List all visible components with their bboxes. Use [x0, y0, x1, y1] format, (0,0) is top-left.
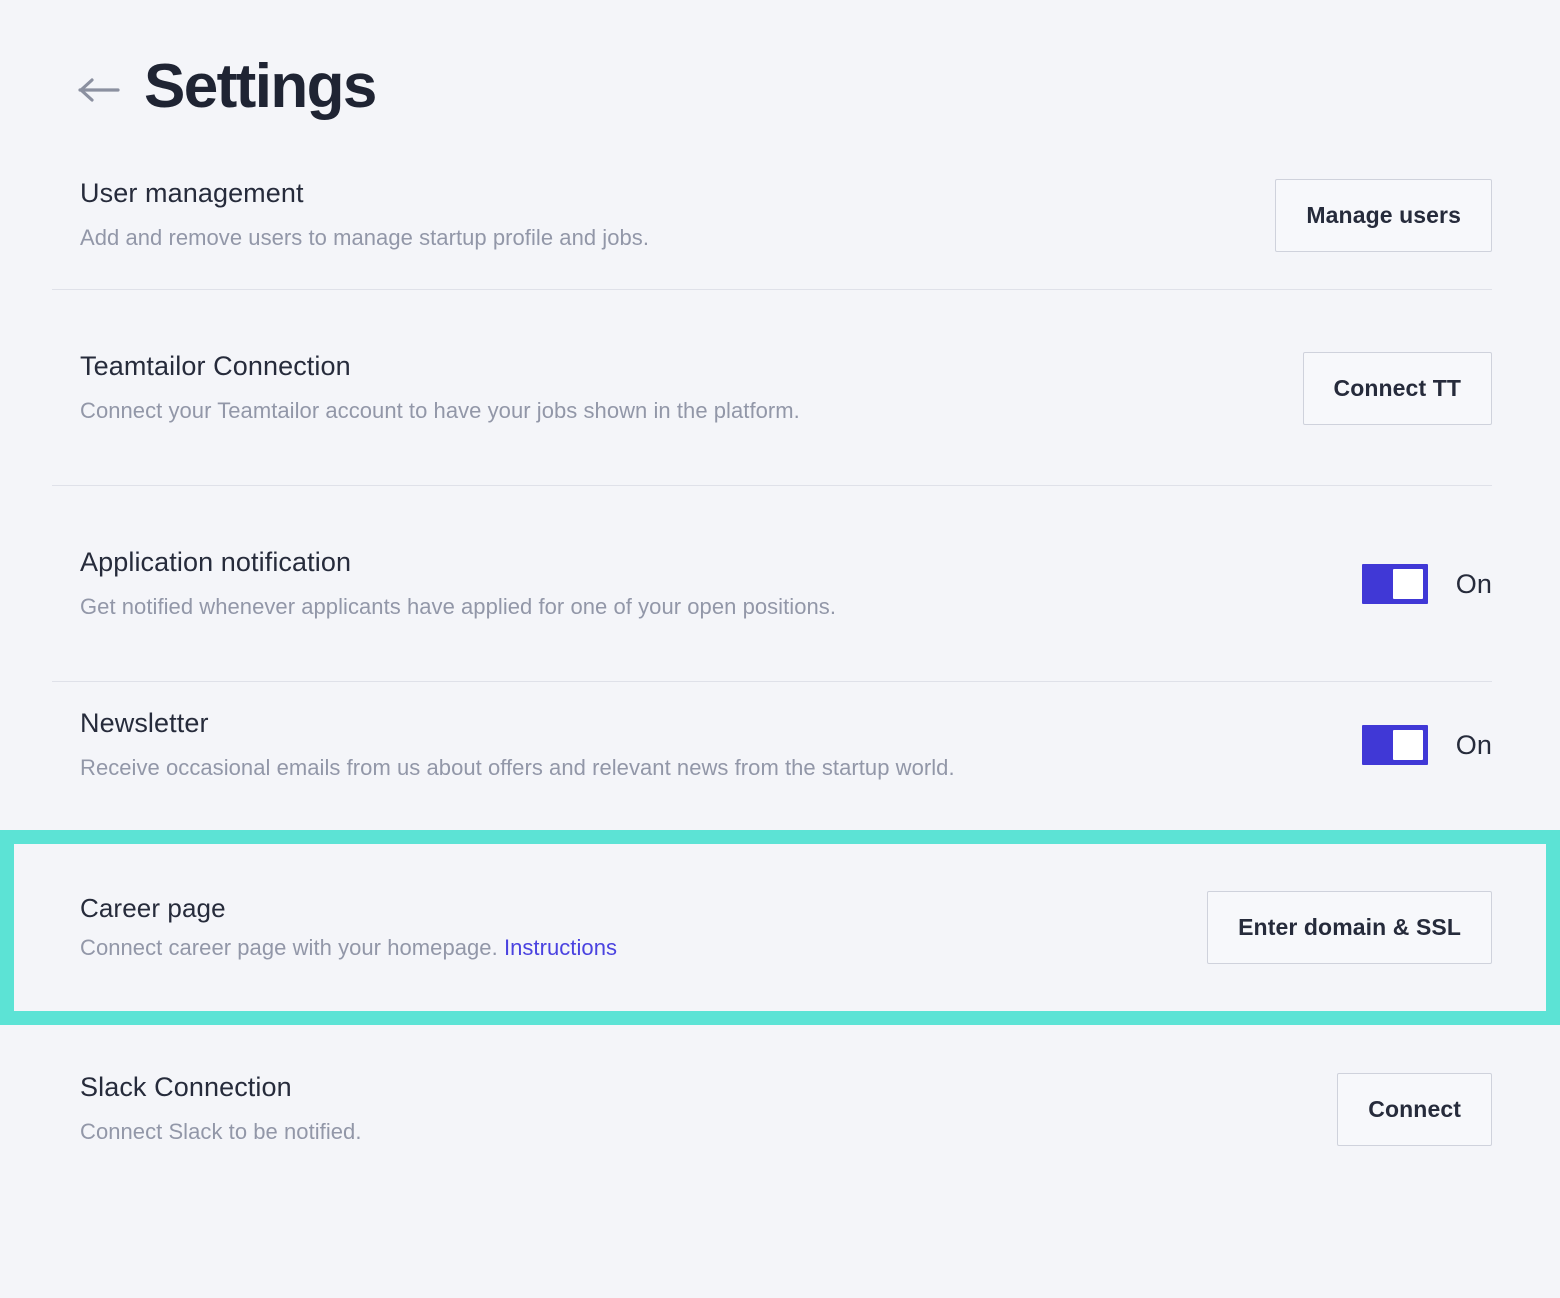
row-texts: Newsletter Receive occasional emails fro… — [80, 707, 955, 782]
settings-row-newsletter: Newsletter Receive occasional emails fro… — [0, 682, 1560, 830]
row-title: Application notification — [80, 546, 836, 580]
newsletter-toggle[interactable] — [1362, 725, 1428, 765]
row-description: Add and remove users to manage startup p… — [80, 224, 649, 253]
page-header: Settings — [0, 0, 1560, 140]
settings-row-slack-connection: Slack Connection Connect Slack to be not… — [0, 1025, 1560, 1175]
row-description: Get notified whenever applicants have ap… — [80, 593, 836, 622]
application-notification-toggle-label: On — [1456, 569, 1492, 600]
row-action: Manage users — [1275, 179, 1492, 252]
row-texts: Application notification Get notified wh… — [80, 546, 836, 621]
row-description: Connect your Teamtailor account to have … — [80, 397, 800, 426]
settings-page: Settings User management Add and remove … — [0, 0, 1560, 1298]
row-texts: Slack Connection Connect Slack to be not… — [80, 1071, 362, 1146]
row-description: Connect Slack to be notified. — [80, 1118, 362, 1147]
manage-users-button[interactable]: Manage users — [1275, 179, 1492, 252]
settings-row-user-management: User management Add and remove users to … — [0, 140, 1560, 290]
row-action: Connect — [1337, 1073, 1492, 1146]
row-description: Connect career page with your homepage. … — [80, 934, 617, 963]
connect-slack-button[interactable]: Connect — [1337, 1073, 1492, 1146]
row-title: Teamtailor Connection — [80, 350, 800, 384]
toggle-knob — [1393, 569, 1423, 599]
row-texts: Teamtailor Connection Connect your Teamt… — [80, 350, 800, 425]
row-action: Enter domain & SSL — [1207, 891, 1492, 964]
settings-row-career-page: Career page Connect career page with you… — [0, 830, 1560, 1025]
back-arrow-icon[interactable] — [78, 69, 120, 111]
enter-domain-ssl-button[interactable]: Enter domain & SSL — [1207, 891, 1492, 964]
page-title: Settings — [144, 56, 376, 118]
row-action: On — [1362, 564, 1492, 604]
row-action: On — [1362, 725, 1492, 765]
settings-row-teamtailor-connection: Teamtailor Connection Connect your Teamt… — [0, 290, 1560, 486]
row-description: Receive occasional emails from us about … — [80, 754, 955, 783]
row-title: Slack Connection — [80, 1071, 362, 1105]
row-title: Newsletter — [80, 707, 955, 741]
application-notification-toggle[interactable] — [1362, 564, 1428, 604]
settings-list: User management Add and remove users to … — [0, 140, 1560, 1175]
row-texts: User management Add and remove users to … — [80, 177, 649, 252]
settings-row-application-notification: Application notification Get notified wh… — [0, 486, 1560, 682]
toggle-knob — [1393, 730, 1423, 760]
row-title: User management — [80, 177, 649, 211]
newsletter-toggle-label: On — [1456, 730, 1492, 761]
row-title: Career page — [80, 892, 617, 925]
row-action: Connect TT — [1303, 352, 1493, 425]
row-description-text: Connect career page with your homepage. — [80, 935, 498, 960]
row-texts: Career page Connect career page with you… — [80, 892, 617, 963]
connect-teamtailor-button[interactable]: Connect TT — [1303, 352, 1493, 425]
instructions-link[interactable]: Instructions — [504, 935, 617, 960]
